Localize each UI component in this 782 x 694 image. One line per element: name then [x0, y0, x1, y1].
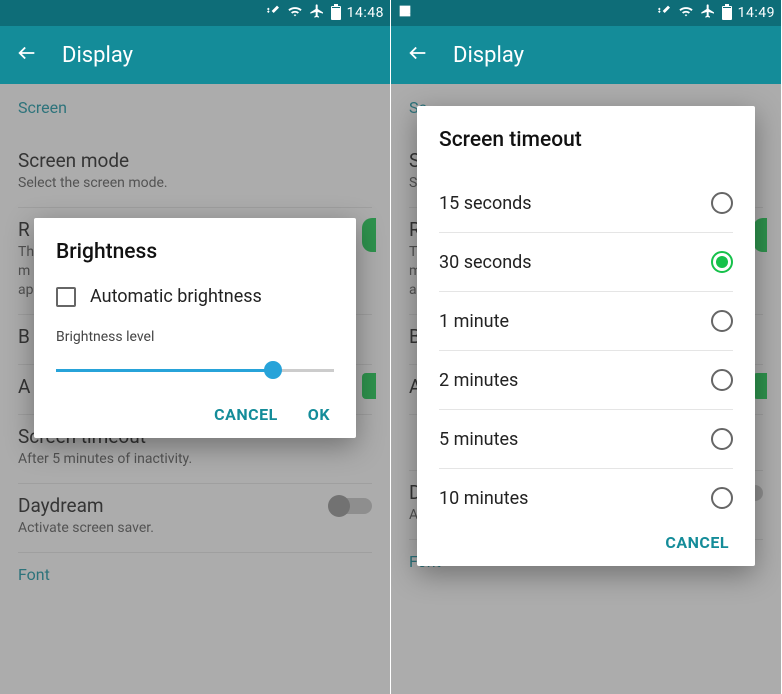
wifi-icon: [678, 3, 694, 23]
status-icons: 14:49: [656, 3, 775, 23]
page-title: Display: [453, 43, 524, 68]
cancel-button[interactable]: CANCEL: [214, 405, 278, 424]
phone-left: 14:48 Display Screen Screen mode Select …: [0, 0, 391, 694]
radio-icon[interactable]: [711, 369, 733, 391]
app-bar: Display: [391, 26, 781, 84]
wifi-icon: [287, 3, 303, 23]
status-left: [397, 3, 413, 23]
timeout-option[interactable]: 1 minute: [439, 292, 733, 351]
image-icon: [397, 3, 413, 23]
back-button[interactable]: [16, 42, 38, 68]
app-bar: Display: [0, 26, 390, 84]
timeout-option[interactable]: 2 minutes: [439, 351, 733, 410]
status-clock: 14:48: [347, 5, 384, 21]
battery-icon: [331, 6, 341, 20]
brightness-dialog: Brightness Automatic brightness Brightne…: [34, 218, 356, 438]
timeout-option-label: 1 minute: [439, 311, 509, 332]
dialog-title: Brightness: [56, 240, 334, 264]
timeout-option-label: 10 minutes: [439, 488, 528, 509]
timeout-option[interactable]: 15 seconds: [439, 174, 733, 233]
radio-icon[interactable]: [711, 487, 733, 509]
slider-fill: [56, 369, 273, 372]
checkbox-icon[interactable]: [56, 287, 76, 307]
airplane-icon: [700, 3, 716, 23]
status-clock: 14:49: [738, 5, 775, 21]
page-title: Display: [62, 43, 133, 68]
dialog-title: Screen timeout: [439, 128, 733, 152]
timeout-option[interactable]: 30 seconds: [439, 233, 733, 292]
brightness-level-label: Brightness level: [56, 329, 334, 345]
timeout-option-label: 30 seconds: [439, 252, 532, 273]
airplane-icon: [309, 3, 325, 23]
status-icons: 14:48: [265, 3, 384, 23]
radio-icon[interactable]: [711, 251, 733, 273]
status-bar: 14:48: [0, 0, 390, 26]
cancel-button[interactable]: CANCEL: [665, 533, 729, 552]
ok-button[interactable]: OK: [308, 405, 330, 424]
battery-icon: [722, 6, 732, 20]
timeout-option[interactable]: 10 minutes: [439, 469, 733, 527]
back-button[interactable]: [407, 42, 429, 68]
timeout-option-label: 5 minutes: [439, 429, 518, 450]
dialog-actions: CANCEL OK: [56, 405, 334, 424]
vibrate-icon: [656, 3, 672, 23]
radio-icon[interactable]: [711, 428, 733, 450]
status-bar: 14:49: [391, 0, 781, 26]
radio-icon[interactable]: [711, 192, 733, 214]
timeout-option-label: 2 minutes: [439, 370, 518, 391]
auto-brightness-row[interactable]: Automatic brightness: [56, 286, 334, 307]
timeout-option[interactable]: 5 minutes: [439, 410, 733, 469]
dialog-actions: CANCEL: [439, 533, 733, 552]
screen-timeout-dialog: Screen timeout 15 seconds 30 seconds 1 min…: [417, 106, 755, 566]
brightness-slider[interactable]: [56, 361, 334, 379]
radio-icon[interactable]: [711, 310, 733, 332]
auto-brightness-label: Automatic brightness: [90, 286, 262, 307]
phone-right: 14:49 Display Sc Sc Se R Th m ap B A D A…: [391, 0, 782, 694]
slider-thumb[interactable]: [264, 361, 282, 379]
timeout-option-label: 15 seconds: [439, 193, 532, 214]
vibrate-icon: [265, 3, 281, 23]
